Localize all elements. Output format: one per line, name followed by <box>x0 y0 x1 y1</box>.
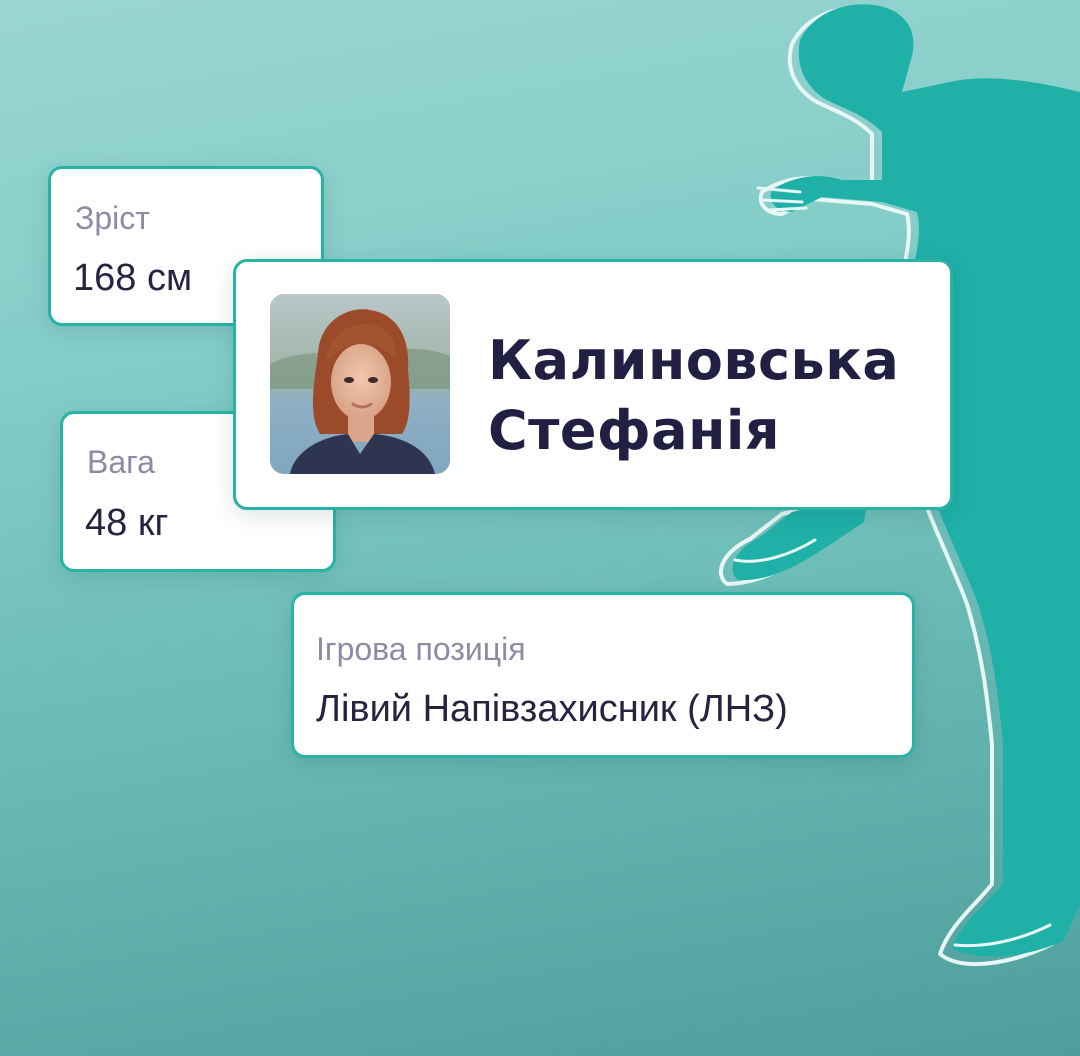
player-name-line-2: Стефанія <box>488 399 781 462</box>
position-label: Ігрова позиція <box>316 631 526 667</box>
position-card: Ігрова позиція Лівий Напівзахисник (ЛНЗ) <box>291 592 915 758</box>
height-value: 168 см <box>73 257 193 299</box>
player-name: Калиновська Стефанія <box>488 326 928 466</box>
player-profile-stage: Зріст 168 см Вага 48 кг Ігрова позиція Л… <box>0 0 1080 1056</box>
height-label: Зріст <box>75 200 150 236</box>
portrait-photo <box>270 294 450 474</box>
player-avatar <box>270 294 450 474</box>
position-value: Лівий Напівзахисник (ЛНЗ) <box>316 688 788 730</box>
player-name-card: Калиновська Стефанія <box>233 259 953 510</box>
weight-value: 48 кг <box>85 502 169 544</box>
player-name-line-1: Калиновська <box>488 329 900 392</box>
weight-label: Вага <box>87 444 155 480</box>
